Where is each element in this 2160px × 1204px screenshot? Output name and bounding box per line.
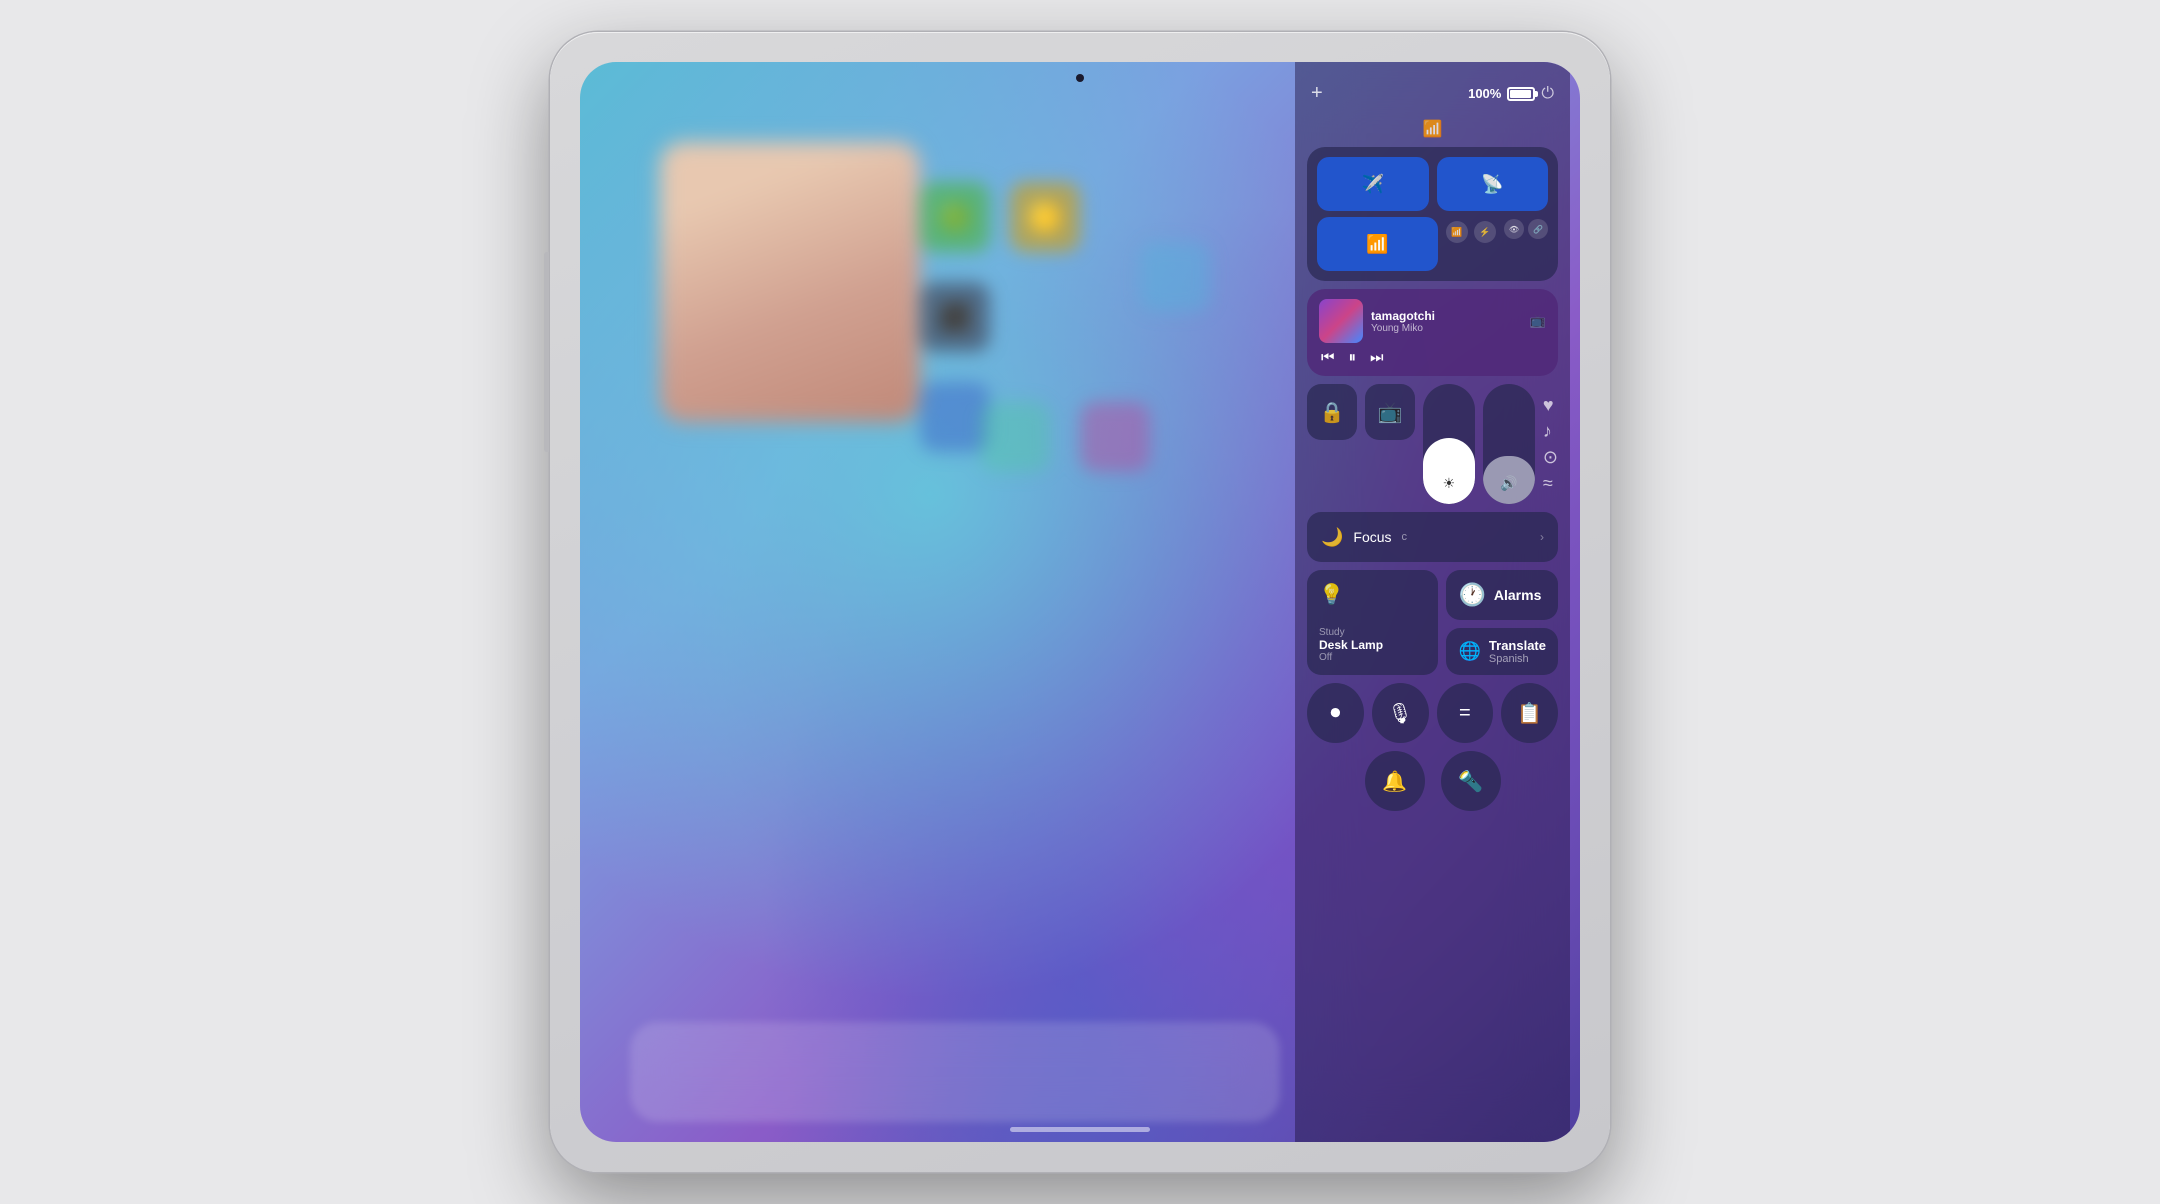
voice-memo-button[interactable]: 🎙 [1372, 683, 1429, 743]
brightness-slider[interactable]: ☀ [1423, 384, 1475, 504]
airdrop-icon[interactable]: 👁 [1504, 219, 1524, 239]
desk-lamp-status: Off [1319, 652, 1426, 663]
connectivity-bottom-row: 📶 📶 ⚡ 👁 [1317, 217, 1548, 271]
app-icon-blurred: ⬛ [920, 282, 990, 352]
focus-button[interactable]: 🌙 Focus c › [1307, 512, 1558, 562]
alarms-label: Alarms [1494, 587, 1541, 603]
power-icon[interactable]: ⏻ [1541, 85, 1554, 103]
torch-icon: 🔦 [1458, 769, 1483, 794]
notes-icon: 📋 [1517, 701, 1542, 726]
home-indicator[interactable] [1010, 1127, 1150, 1132]
screen-record-button[interactable]: ⏺ [1307, 683, 1364, 743]
playback-controls: ⏮ ⏸ ⏭ [1319, 349, 1546, 366]
track-info: tamagotchi Young Miko [1371, 309, 1522, 334]
voice-memo-icon: 🎙 [1387, 701, 1412, 726]
volume-slider[interactable]: 🔊 [1483, 384, 1535, 504]
torch-button[interactable]: 🔦 [1441, 751, 1501, 811]
focus-mode-label: c [1402, 531, 1408, 543]
bell-torch-row: 🔔 🔦 [1307, 751, 1558, 811]
desktop-area: 🟢 🟡 ⬛ [580, 62, 1300, 1022]
wifi-status-icon: 📶 [1423, 119, 1443, 139]
record-icon: ⏺ [1330, 702, 1340, 725]
battery-row: 100% ⏻ [1468, 85, 1554, 103]
wifi-button[interactable]: 📶 [1317, 217, 1438, 271]
track-title: tamagotchi [1371, 309, 1522, 323]
music-note-icon[interactable]: ♪ [1543, 421, 1558, 442]
volume-icon: 🔊 [1500, 475, 1517, 492]
translate-info: Translate Spanish [1489, 638, 1546, 665]
battery-fill [1510, 90, 1531, 98]
cc-top-bar: + 100% ⏻ [1307, 74, 1558, 115]
airplane-mode-button[interactable]: ✈️ [1317, 157, 1429, 211]
album-art [1319, 299, 1363, 343]
app-icon-blurred [980, 402, 1050, 472]
hotspot-icon[interactable]: 🔗 [1528, 219, 1548, 239]
lock-rotation-button[interactable]: 🔒 [1307, 384, 1357, 440]
calculator-button[interactable]: = [1437, 683, 1494, 743]
cc-plus-button[interactable]: + [1311, 82, 1323, 105]
sliders-area: ☀ 🔊 [1423, 384, 1535, 504]
ipad-screen: 🟢 🟡 ⬛ + 100% ⏻ [580, 62, 1580, 1142]
podcast-button[interactable]: 📡 [1437, 157, 1549, 211]
app-icon-blurred: 🟡 [1010, 182, 1080, 252]
notes-button[interactable]: 📋 [1501, 683, 1558, 743]
cellular-icon[interactable]: 📶 [1446, 221, 1468, 243]
now-playing-top: tamagotchi Young Miko 📺 [1319, 299, 1546, 343]
battery-percent: 100% [1468, 86, 1501, 101]
dock [630, 1022, 1280, 1122]
bell-button[interactable]: 🔔 [1365, 751, 1425, 811]
translate-button[interactable]: 🌐 Translate Spanish [1446, 628, 1558, 675]
brightness-fill [1423, 438, 1475, 504]
desk-lamp-room: Study [1319, 627, 1426, 638]
focus-moon-icon: 🌙 [1321, 527, 1343, 548]
bluetooth-icon[interactable]: ⚡ [1474, 221, 1496, 243]
translate-icon: 🌐 [1458, 641, 1480, 662]
wifi-waves-icon[interactable]: ≈ [1543, 473, 1558, 494]
bell-icon: 🔔 [1382, 769, 1407, 794]
antenna-icon: 📡 [1481, 174, 1503, 195]
play-pause-button[interactable]: ⏸ [1349, 349, 1357, 366]
battery-icon [1507, 87, 1535, 101]
side-icons: ♥ ♪ ⊙ ≈ [1543, 384, 1558, 504]
connectivity-group: ✈️ 📡 📶 📶 ⚡ [1307, 147, 1558, 281]
app-icon-blurred [1080, 402, 1150, 472]
app-icon-blurred: 🟢 [920, 182, 990, 252]
heart-icon[interactable]: ♥ [1543, 395, 1558, 416]
screen-mirror-icon: 📺 [1377, 400, 1402, 425]
focus-label: Focus [1353, 529, 1391, 545]
calculator-icon: = [1459, 702, 1471, 725]
airplay-icon[interactable]: 📺 [1530, 313, 1546, 329]
track-artist: Young Miko [1371, 323, 1522, 334]
alarms-icon: 🕐 [1458, 582, 1485, 608]
bottom-icon-row: ⏺ 🎙 = 📋 [1307, 683, 1558, 743]
app-icon-blurred [1140, 242, 1210, 312]
desk-lamp-name: Desk Lamp [1319, 638, 1426, 652]
desk-lamp-button[interactable]: 💡 Study Desk Lamp Off [1307, 570, 1438, 675]
alarms-button[interactable]: 🕐 Alarms [1446, 570, 1558, 620]
lock-rotation-icon: 🔒 [1320, 400, 1345, 425]
connectivity-top-row: ✈️ 📡 [1317, 157, 1548, 211]
ipad-device: 🟢 🟡 ⬛ + 100% ⏻ [550, 32, 1610, 1172]
alarms-translate-column: 🕐 Alarms 🌐 Translate Spanish [1446, 570, 1558, 675]
lock-mirror-row: 🔒 📺 ☀ 🔊 ♥ [1307, 384, 1558, 504]
rewind-button[interactable]: ⏮ [1321, 349, 1335, 366]
focus-chevron-icon: › [1540, 530, 1544, 544]
fast-forward-button[interactable]: ⏭ [1370, 349, 1384, 366]
cc-extra-icons: 📶 ⚡ [1446, 217, 1496, 271]
wifi-icon: 📶 [1366, 234, 1388, 255]
now-playing-tile[interactable]: tamagotchi Young Miko 📺 ⏮ ⏸ ⏭ [1307, 289, 1558, 376]
airplane-icon: ✈️ [1362, 174, 1384, 195]
home-alarms-row: 💡 Study Desk Lamp Off 🕐 Alarms 🌐 Transla… [1307, 570, 1558, 675]
camera-icon[interactable]: ⊙ [1543, 447, 1558, 468]
control-center: + 100% ⏻ 📶 ✈️ [1295, 62, 1570, 1142]
photo-widget [660, 142, 920, 422]
translate-title: Translate [1489, 638, 1546, 653]
screen-mirror-button[interactable]: 📺 [1365, 384, 1415, 440]
brightness-icon: ☀ [1443, 475, 1456, 492]
desk-lamp-icon: 💡 [1319, 582, 1426, 607]
wifi-status-row: 📶 [1307, 115, 1558, 147]
translate-subtitle: Spanish [1489, 653, 1546, 665]
